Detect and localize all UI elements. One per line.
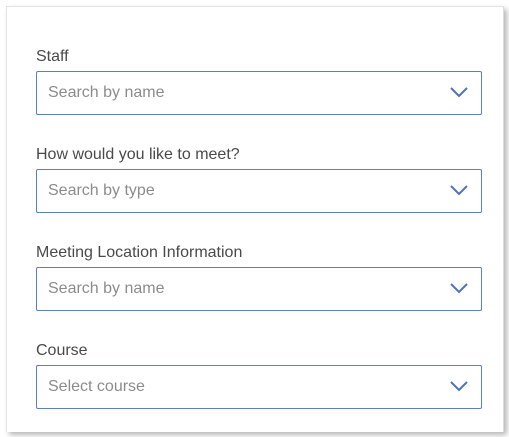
meeting-type-placeholder: Search by type bbox=[48, 182, 155, 199]
meeting-location-label: Meeting Location Information bbox=[36, 244, 243, 261]
chevron-down-icon bbox=[449, 281, 469, 295]
course-label: Course bbox=[36, 342, 88, 359]
meeting-location-placeholder: Search by name bbox=[48, 280, 165, 297]
staff-label: Staff bbox=[36, 48, 69, 65]
course-placeholder: Select course bbox=[48, 378, 145, 395]
chevron-down-icon bbox=[449, 85, 469, 99]
meeting-form-panel: Staff Search by name How would you like … bbox=[6, 6, 504, 432]
chevron-down-icon bbox=[449, 183, 469, 197]
meeting-type-field: How would you like to meet? Search by ty… bbox=[36, 145, 482, 213]
staff-field: Staff Search by name bbox=[36, 47, 482, 115]
meeting-type-label: How would you like to meet? bbox=[36, 146, 240, 163]
meeting-type-select[interactable]: Search by type bbox=[36, 169, 482, 213]
chevron-down-icon bbox=[449, 379, 469, 393]
meeting-location-select[interactable]: Search by name bbox=[36, 267, 482, 311]
staff-placeholder: Search by name bbox=[48, 84, 165, 101]
course-select[interactable]: Select course bbox=[36, 365, 482, 409]
course-field: Course Select course bbox=[36, 341, 482, 409]
staff-select[interactable]: Search by name bbox=[36, 71, 482, 115]
meeting-location-field: Meeting Location Information Search by n… bbox=[36, 243, 482, 311]
